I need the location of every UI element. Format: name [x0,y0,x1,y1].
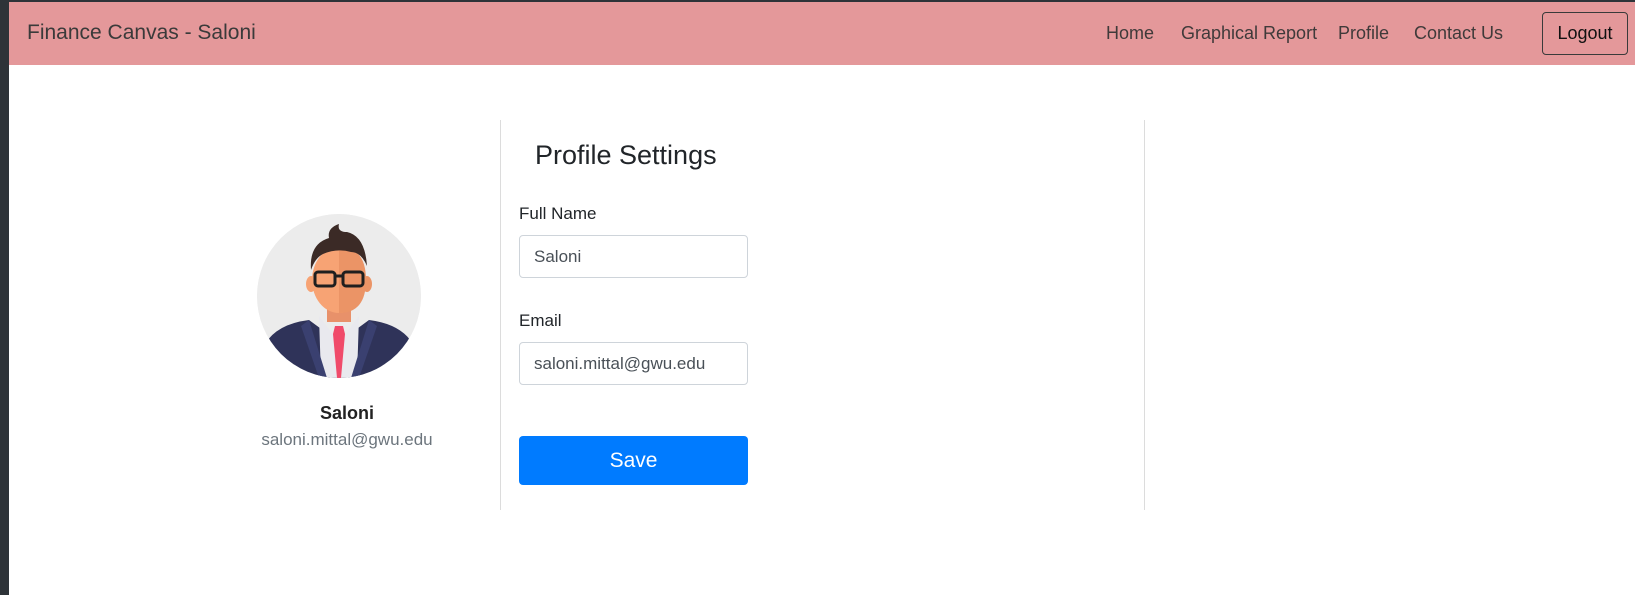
email-input[interactable] [519,342,748,385]
nav-link-home[interactable]: Home [1106,23,1154,44]
nav-link-contact-us[interactable]: Contact Us [1414,23,1503,44]
page-title: Profile Settings [535,140,717,170]
user-avatar-icon [257,214,421,378]
column-divider-right [1144,120,1145,510]
top-navbar: Finance Canvas - Saloni Home Graphical R… [9,2,1635,65]
brand-title[interactable]: Finance Canvas - Saloni [27,21,256,45]
nav-link-graphical-report[interactable]: Graphical Report [1181,23,1317,44]
full-name-input[interactable] [519,235,748,278]
column-divider-left [500,120,501,510]
avatar-illustration [257,214,421,378]
app-window: Finance Canvas - Saloni Home Graphical R… [9,2,1635,595]
full-name-label: Full Name [519,204,597,223]
profile-email: saloni.mittal@gwu.edu [261,430,433,449]
save-button[interactable]: Save [519,436,748,485]
email-label: Email [519,311,562,330]
logout-button[interactable]: Logout [1542,12,1628,55]
nav-link-profile[interactable]: Profile [1338,23,1389,44]
profile-name: Saloni [319,403,374,423]
